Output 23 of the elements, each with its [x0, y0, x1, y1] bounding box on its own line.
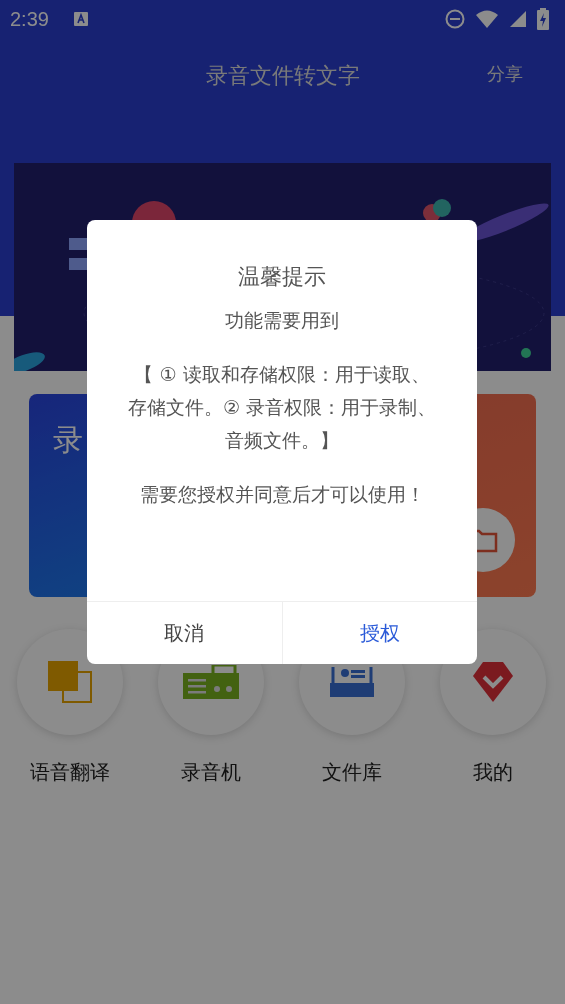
- dialog-text: 需要您授权并同意后才可以使用！: [138, 482, 426, 507]
- wifi-icon: [475, 9, 499, 29]
- dialog-title: 温馨提示: [237, 263, 327, 291]
- cancel-button[interactable]: 取消: [87, 602, 282, 664]
- share-button[interactable]: 分享: [487, 62, 523, 86]
- signal-icon: [509, 10, 527, 28]
- recorder-icon: [183, 665, 239, 699]
- status-time: 2:39: [10, 7, 49, 31]
- gem-icon: [471, 660, 515, 704]
- shortcut-label: 我的: [473, 759, 513, 786]
- shortcut-label: 文件库: [322, 759, 382, 786]
- notification-icon: [72, 11, 89, 27]
- shortcut-label: 语音翻译: [30, 759, 110, 786]
- translate-icon: [47, 660, 93, 704]
- battery-icon: [537, 8, 549, 30]
- card-title: 录: [53, 421, 83, 459]
- shortcut-label: 录音机: [181, 759, 241, 786]
- authorize-button[interactable]: 授权: [281, 602, 477, 664]
- dialog-text: 功能需要用到: [224, 308, 340, 333]
- app-title: 录音文件转文字: [205, 62, 360, 90]
- dialog-text: 【 ① 读取和存储权限：用于读取、存储文件。② 录音权限：用于录制、音频文件。】: [126, 362, 438, 453]
- do-not-disturb-icon: [445, 9, 465, 29]
- inbox-icon: [330, 667, 374, 697]
